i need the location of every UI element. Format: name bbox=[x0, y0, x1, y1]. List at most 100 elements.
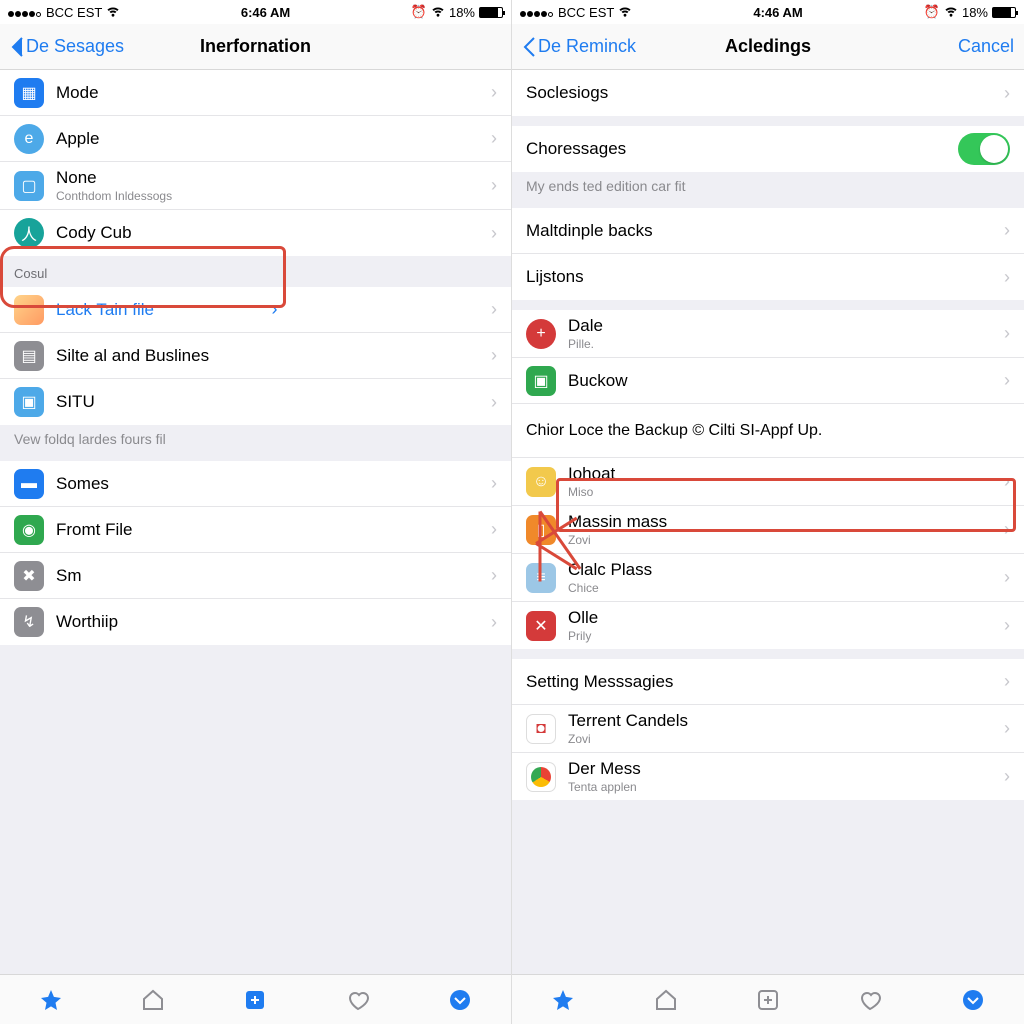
chevron-right-icon: › bbox=[1004, 323, 1010, 344]
trash-icon: ▯ bbox=[526, 515, 556, 545]
row-sm[interactable]: ✖ Sm › bbox=[0, 553, 511, 599]
x-icon: ✕ bbox=[526, 611, 556, 641]
tab-bar bbox=[0, 974, 511, 1024]
signal-dots-icon bbox=[520, 5, 554, 20]
chevron-right-icon: › bbox=[1004, 615, 1010, 636]
nav-bar: De Sesages Inerfornation bbox=[0, 24, 511, 70]
row-silte-business[interactable]: ▤ Silte al and Buslines › bbox=[0, 333, 511, 379]
chevron-right-icon: › bbox=[272, 299, 278, 320]
row-der-mess[interactable]: Der MessTenta applen › bbox=[512, 753, 1024, 800]
green-app-icon: ▣ bbox=[526, 366, 556, 396]
row-soclesiogs[interactable]: Soclesiogs › bbox=[512, 70, 1024, 116]
row-buckow[interactable]: ▣ Buckow › bbox=[512, 358, 1024, 404]
photo-icon bbox=[14, 295, 44, 325]
row-fromt-file[interactable]: ◉ Fromt File › bbox=[0, 507, 511, 553]
row-olle[interactable]: ✕ OllePrily › bbox=[512, 602, 1024, 649]
toggle-footer: My ends ted edition car fit bbox=[512, 172, 1024, 208]
alarm-icon: ⏰ bbox=[411, 4, 427, 20]
tab-home[interactable] bbox=[652, 986, 680, 1014]
tab-check[interactable] bbox=[959, 986, 987, 1014]
tab-star[interactable] bbox=[549, 986, 577, 1014]
row-mode[interactable]: ▦ Mode › bbox=[0, 70, 511, 116]
row-none[interactable]: ▢ None Conthdom Inldessogs › bbox=[0, 162, 511, 210]
row-setting-messagies[interactable]: Setting Messsagies › bbox=[512, 659, 1024, 705]
person-icon: 人 bbox=[14, 218, 44, 248]
chevron-right-icon: › bbox=[1004, 567, 1010, 588]
tab-plus[interactable] bbox=[754, 986, 782, 1014]
chevron-right-icon: › bbox=[491, 345, 497, 366]
chevron-right-icon: › bbox=[491, 392, 497, 413]
highlight-annotation bbox=[556, 478, 1016, 532]
back-button[interactable]: De Reminck bbox=[522, 36, 636, 57]
folder-icon: ▬ bbox=[14, 469, 44, 499]
dot-icon: ◘ bbox=[526, 714, 556, 744]
chevron-right-icon: › bbox=[491, 565, 497, 586]
tab-plus[interactable] bbox=[241, 986, 269, 1014]
list-icon: ≡ bbox=[526, 563, 556, 593]
tab-heart[interactable] bbox=[856, 986, 884, 1014]
chevron-right-icon: › bbox=[1004, 220, 1010, 241]
grid-icon: ▤ bbox=[14, 341, 44, 371]
row-dale[interactable]: + DalePille. › bbox=[512, 310, 1024, 358]
status-bar: BCC EST 6:46 AM ⏰ 18% bbox=[0, 0, 511, 24]
whats-icon: ◉ bbox=[14, 515, 44, 545]
app-icon: ▣ bbox=[14, 387, 44, 417]
row-lijstons[interactable]: Lijstons › bbox=[512, 254, 1024, 300]
toggle-switch[interactable] bbox=[958, 133, 1010, 165]
row-cody-cub[interactable]: 人 Cody Cub › bbox=[0, 210, 511, 256]
row-somes[interactable]: ▬ Somes › bbox=[0, 461, 511, 507]
tab-star[interactable] bbox=[37, 986, 65, 1014]
back-button[interactable]: De Sesages bbox=[10, 36, 124, 57]
bag-icon: ▢ bbox=[14, 171, 44, 201]
wifi-icon bbox=[944, 4, 958, 21]
status-bar: BCC EST 4:46 AM ⏰ 18% bbox=[512, 0, 1024, 24]
clock: 6:46 AM bbox=[120, 5, 410, 20]
battery-icon bbox=[992, 7, 1016, 18]
tab-home[interactable] bbox=[139, 986, 167, 1014]
right-screen: BCC EST 4:46 AM ⏰ 18% De Reminck Acledin… bbox=[512, 0, 1024, 1024]
battery-pct: 18% bbox=[449, 5, 475, 20]
section-footer: Vew foldq lardes fours fil bbox=[0, 425, 511, 461]
cancel-button[interactable]: Cancel bbox=[958, 36, 1014, 57]
chevron-right-icon: › bbox=[1004, 718, 1010, 739]
alarm-icon: ⏰ bbox=[924, 4, 940, 20]
row-lack-tain-file[interactable]: Lack Tain file › › bbox=[0, 287, 511, 333]
key-icon: ↯ bbox=[14, 607, 44, 637]
wifi-icon bbox=[431, 4, 445, 21]
row-terrent-candels[interactable]: ◘ Terrent CandelsZovi › bbox=[512, 705, 1024, 753]
carrier-label: BCC EST bbox=[46, 5, 102, 20]
chevron-right-icon: › bbox=[491, 473, 497, 494]
row-choressages-toggle[interactable]: Choressages bbox=[512, 126, 1024, 172]
chevron-right-icon: › bbox=[1004, 267, 1010, 288]
row-maltdinple-backs[interactable]: Maltdinple backs › bbox=[512, 208, 1024, 254]
tab-check[interactable] bbox=[446, 986, 474, 1014]
signal-dots-icon bbox=[8, 5, 42, 20]
chevron-right-icon: › bbox=[1004, 370, 1010, 391]
chevron-right-icon: › bbox=[1004, 671, 1010, 692]
chevron-right-icon: › bbox=[491, 519, 497, 540]
back-label: De Reminck bbox=[538, 36, 636, 57]
chevron-right-icon: › bbox=[491, 612, 497, 633]
row-situ[interactable]: ▣ SITU › bbox=[0, 379, 511, 425]
section-header: Cosul bbox=[0, 256, 511, 287]
clock: 4:46 AM bbox=[632, 5, 923, 20]
chevron-right-icon: › bbox=[1004, 766, 1010, 787]
plus-icon: + bbox=[526, 319, 556, 349]
wifi-icon bbox=[106, 4, 120, 21]
row-callout-text: Chior Loce the Backup © Cilti SI-Appf Up… bbox=[512, 404, 1024, 458]
battery-pct: 18% bbox=[962, 5, 988, 20]
tab-heart[interactable] bbox=[344, 986, 372, 1014]
battery-icon bbox=[479, 7, 503, 18]
nav-bar: De Reminck Acledings Cancel bbox=[512, 24, 1024, 70]
wifi-icon bbox=[618, 4, 632, 21]
tab-bar bbox=[512, 974, 1024, 1024]
chevron-right-icon: › bbox=[1004, 83, 1010, 104]
row-worthiip[interactable]: ↯ Worthiip › bbox=[0, 599, 511, 645]
game-icon: ☺ bbox=[526, 467, 556, 497]
chevron-right-icon: › bbox=[491, 82, 497, 103]
content-scroll[interactable]: ▦ Mode › e Apple › ▢ None Conthdom Inlde… bbox=[0, 70, 511, 974]
edge-icon: e bbox=[14, 124, 44, 154]
carrier-label: BCC EST bbox=[558, 5, 614, 20]
row-apple[interactable]: e Apple › bbox=[0, 116, 511, 162]
row-clalc-plass[interactable]: ≡ Clalc PlassChice › bbox=[512, 554, 1024, 602]
